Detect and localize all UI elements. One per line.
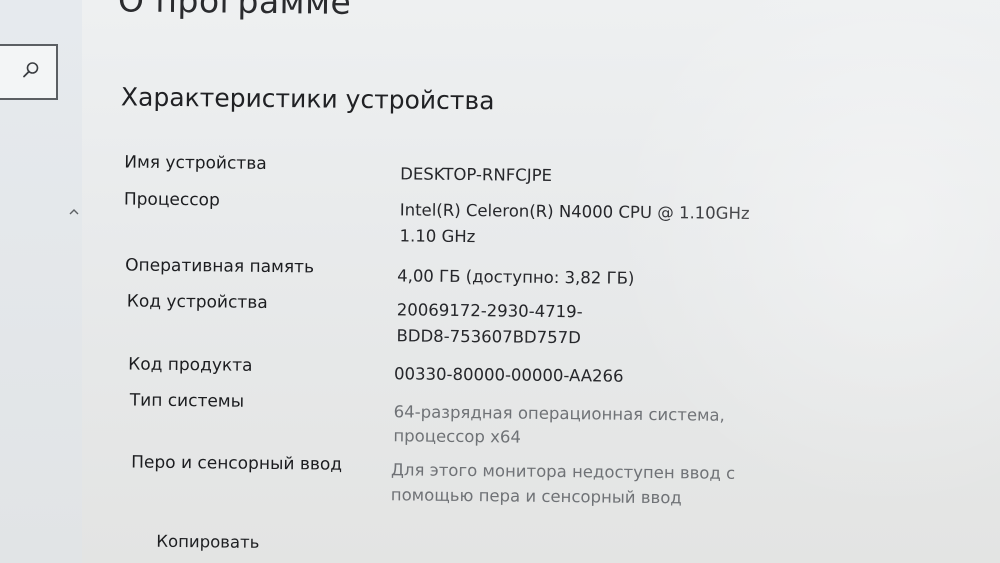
spec-value-device-id-cont[interactable]: BDD8-753607BD757D [396, 325, 581, 349]
spec-value-product-id[interactable]: 00330-80000-00000-AA266 [394, 363, 624, 387]
spec-value-processor-speed[interactable]: 1.10 GHz [399, 225, 475, 248]
search-box[interactable] [0, 44, 58, 100]
spec-label-ram: Оперативная память [125, 255, 315, 278]
spec-label-pen-touch: Перо и сенсорный ввод [131, 452, 343, 475]
main-content: О программе Характеристики устройства Им… [76, 0, 1000, 563]
spec-label-device-id: Код устройства [126, 291, 268, 313]
settings-window: О программе Характеристики устройства Им… [0, 0, 1000, 563]
spec-value-pen-touch-cont[interactable]: помощью пера и сенсорный ввод [391, 484, 682, 509]
spec-value-system-type[interactable]: 64-разрядная операционная система, [394, 401, 725, 426]
spec-label-system-type: Тип системы [129, 390, 245, 412]
spec-value-ram[interactable]: 4,00 ГБ (доступно: 3,82 ГБ) [397, 265, 634, 289]
spec-value-device-id[interactable]: 20069172-2930-4719- [397, 299, 583, 323]
spec-label-product-id: Код продукта [128, 354, 253, 376]
spec-label-processor: Процессор [123, 189, 220, 211]
spec-label-device-name: Имя устройства [124, 152, 267, 174]
page-title: О программе [117, 0, 352, 22]
copy-button[interactable]: Копировать [156, 532, 259, 552]
sidebar [0, 0, 82, 563]
spec-value-processor[interactable]: Intel(R) Celeron(R) N4000 CPU @ 1.10GHz [400, 199, 750, 225]
section-title: Характеристики устройства [120, 82, 495, 116]
search-icon[interactable] [22, 61, 40, 79]
spec-value-pen-touch[interactable]: Для этого монитора недоступен ввод с [391, 459, 735, 485]
spec-value-device-name[interactable]: DESKTOP-RNFCJPE [400, 163, 552, 187]
spec-value-system-type-cont[interactable]: процессор x64 [393, 425, 521, 448]
